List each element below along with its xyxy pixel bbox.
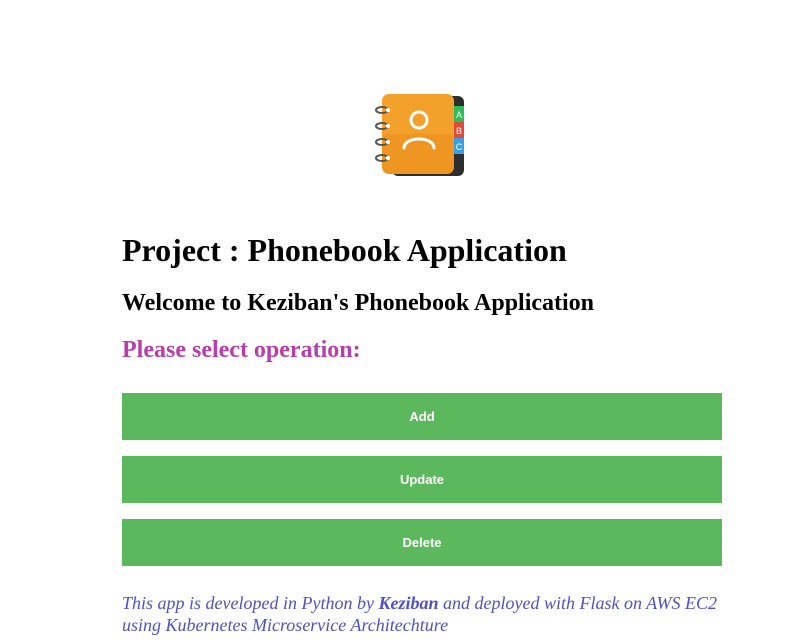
welcome-heading: Welcome to Keziban's Phonebook Applicati… xyxy=(122,290,595,316)
footer-text-before: This app is developed in Python by xyxy=(122,593,379,613)
phonebook-icon: A B C xyxy=(375,94,464,176)
phonebook-logo: A B C xyxy=(372,92,468,180)
logo-tab-c: C xyxy=(456,142,463,152)
select-operation-prompt: Please select operation: xyxy=(122,337,361,363)
update-button[interactable]: Update xyxy=(122,456,722,503)
add-button[interactable]: Add xyxy=(122,393,722,440)
logo-tab-a: A xyxy=(456,110,462,120)
page-title: Project : Phonebook Application xyxy=(122,232,567,268)
delete-button[interactable]: Delete xyxy=(122,519,722,566)
footer-author: Keziban xyxy=(378,593,439,613)
footer-note: This app is developed in Python by Kezib… xyxy=(122,592,722,636)
logo-tab-b: B xyxy=(456,126,462,136)
